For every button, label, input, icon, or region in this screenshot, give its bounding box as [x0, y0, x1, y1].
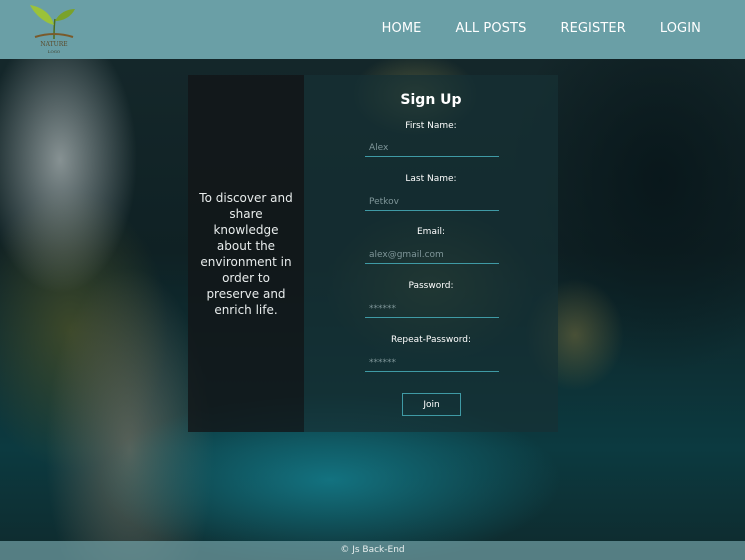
site-logo[interactable]: NATURE LOGO — [27, 3, 81, 55]
nav-home[interactable]: HOME — [382, 21, 422, 36]
join-button[interactable]: Join — [402, 393, 461, 416]
nav-all-posts[interactable]: ALL POSTS — [456, 21, 527, 36]
site-footer: © Js Back-End — [0, 541, 745, 560]
email-label: Email: — [416, 227, 445, 237]
nav-login[interactable]: LOGIN — [660, 21, 701, 36]
logo-title: NATURE — [40, 41, 68, 48]
signup-form: Sign Up First Name: Last Name: Email: Pa… — [304, 75, 558, 432]
logo-subtitle: LOGO — [47, 49, 61, 54]
footer-text: © Js Back-End — [340, 545, 405, 555]
form-title: Sign Up — [400, 92, 462, 108]
repeat-password-label: Repeat-Password: — [391, 335, 471, 345]
intro-tagline: To discover and share knowledge about th… — [199, 190, 293, 317]
sprout-leaf-icon — [30, 5, 75, 40]
password-label: Password: — [408, 281, 454, 291]
site-header: NATURE LOGO HOME ALL POSTS REGISTER LOGI… — [0, 0, 745, 59]
first-name-input[interactable] — [365, 139, 499, 157]
repeat-password-input[interactable] — [365, 354, 499, 372]
main-nav: HOME ALL POSTS REGISTER LOGIN — [348, 21, 701, 36]
nav-register[interactable]: REGISTER — [560, 21, 625, 36]
password-input[interactable] — [365, 300, 499, 318]
email-input[interactable] — [365, 246, 499, 264]
last-name-label: Last Name: — [405, 174, 457, 184]
first-name-label: First Name: — [405, 121, 457, 131]
intro-panel: To discover and share knowledge about th… — [188, 75, 304, 432]
last-name-input[interactable] — [365, 193, 499, 211]
